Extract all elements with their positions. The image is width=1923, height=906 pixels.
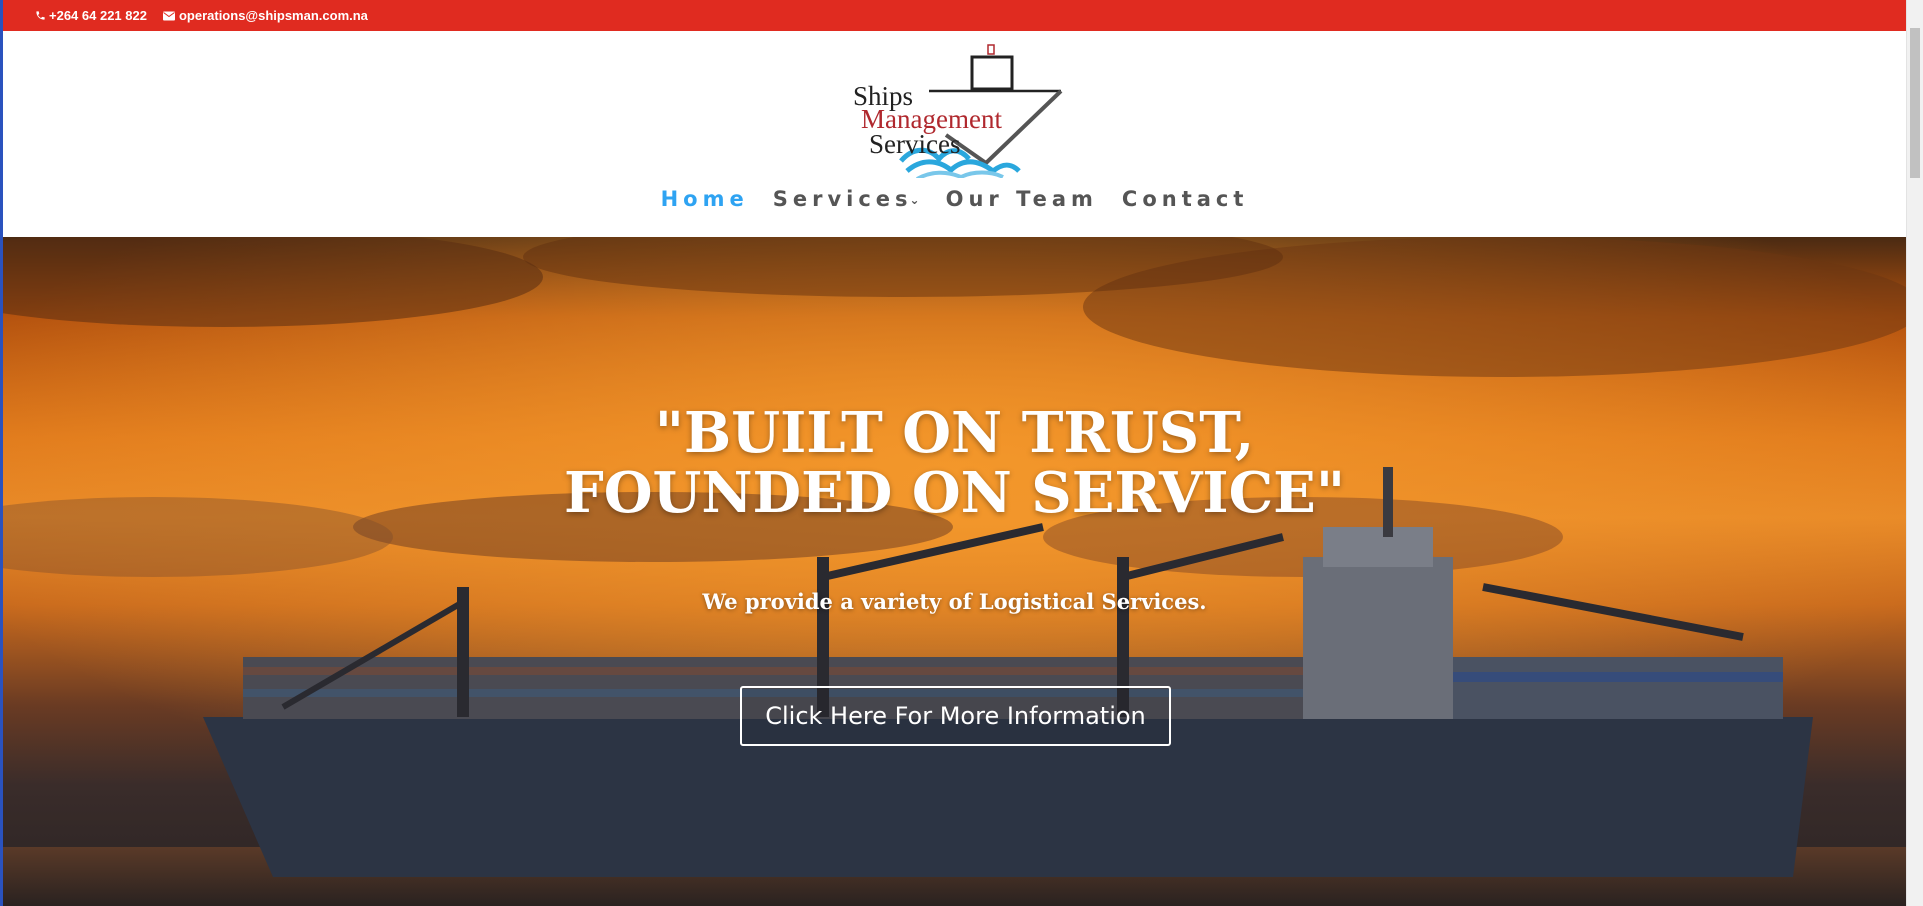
- site-header: Ships Management Services Home Services …: [3, 31, 1906, 237]
- email-address: operations@shipsman.com.na: [178, 8, 368, 23]
- logo-text-services: Services: [869, 129, 961, 159]
- phone-number: +264 64 221 822: [49, 8, 147, 23]
- nav-item-label: Home: [660, 187, 749, 211]
- nav-item-services[interactable]: Services ⌄: [773, 187, 922, 211]
- hero-headline: "BUILT ON TRUST, FOUNDED ON SERVICE": [3, 403, 1906, 523]
- hero-subtitle: We provide a variety of Logistical Servi…: [702, 589, 1207, 614]
- nav-item-contact[interactable]: Contact: [1122, 187, 1249, 211]
- cargo-ship-sunset-image: [3, 237, 1906, 906]
- top-contact-bar: +264 64 221 822 operations@shipsman.com.…: [3, 0, 1906, 31]
- email-contact[interactable]: operations@shipsman.com.na: [162, 8, 368, 23]
- nav-item-home[interactable]: Home: [661, 187, 749, 211]
- main-nav: Home Services ⌄ Our Team Contact: [3, 187, 1906, 211]
- phone-icon: [36, 11, 45, 20]
- envelope-icon: [162, 11, 175, 20]
- hero-headline-line2: FOUNDED ON SERVICE": [563, 460, 1346, 526]
- nav-item-label: Contact: [1121, 187, 1249, 211]
- site-logo[interactable]: Ships Management Services: [851, 43, 1066, 178]
- nav-item-our-team[interactable]: Our Team: [946, 187, 1098, 211]
- chevron-down-icon: ⌄: [909, 193, 920, 207]
- nav-item-label: Services: [772, 187, 913, 211]
- page-scrollbar[interactable]: [1906, 0, 1923, 906]
- window-edge: [0, 0, 3, 906]
- nav-item-label: Our Team: [945, 187, 1098, 211]
- phone-contact[interactable]: +264 64 221 822: [35, 8, 147, 23]
- scrollbar-thumb[interactable]: [1910, 28, 1920, 178]
- hero-headline-line1: "BUILT ON TRUST,: [654, 400, 1255, 466]
- hero-banner: "BUILT ON TRUST, FOUNDED ON SERVICE" We …: [3, 237, 1906, 906]
- page: +264 64 221 822 operations@shipsman.com.…: [0, 0, 1923, 906]
- more-information-button[interactable]: Click Here For More Information: [740, 686, 1171, 746]
